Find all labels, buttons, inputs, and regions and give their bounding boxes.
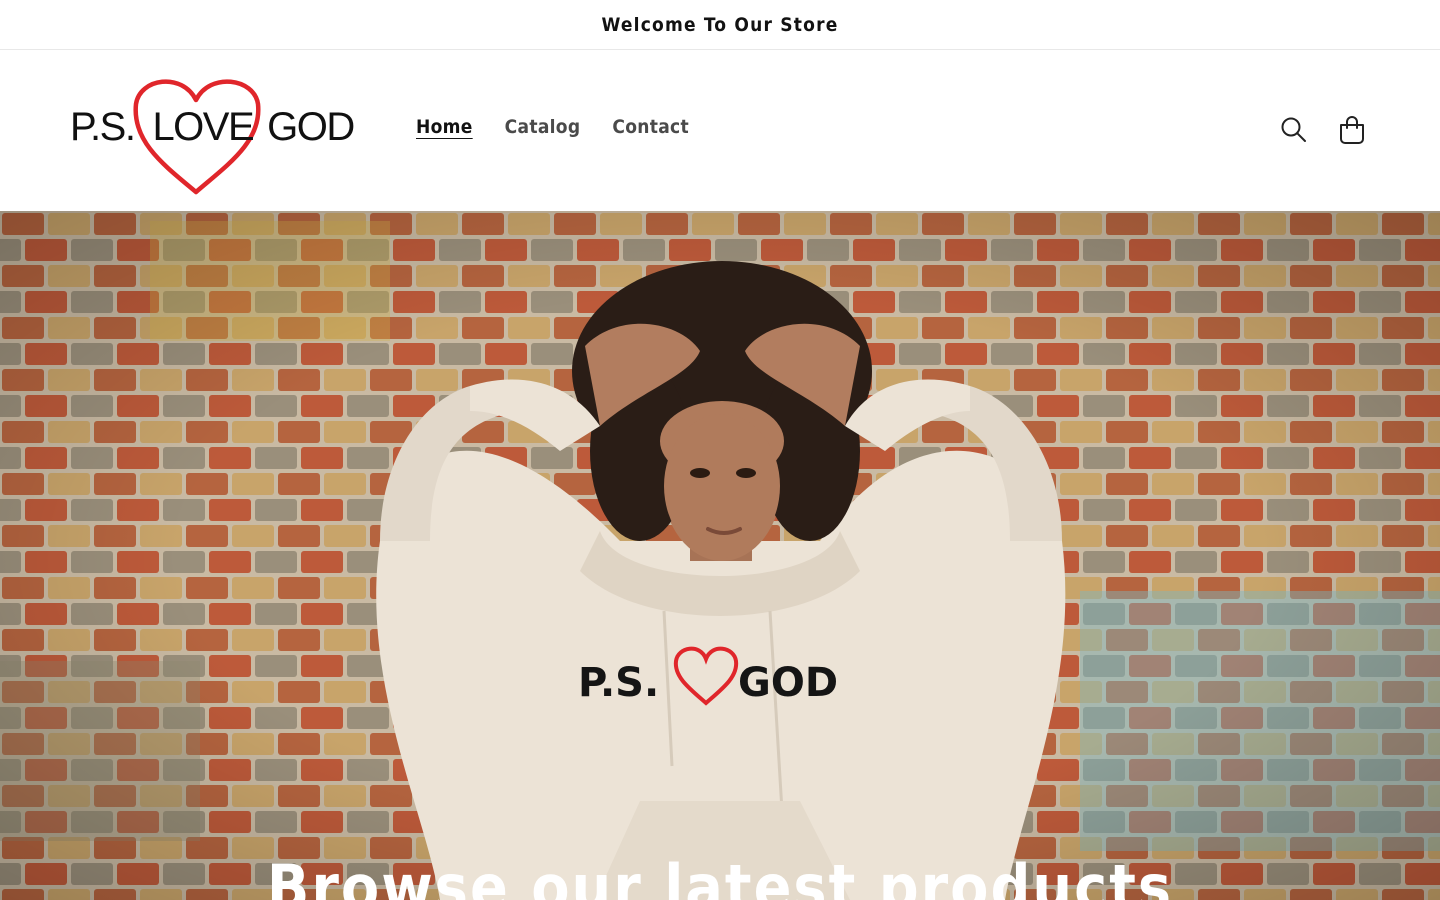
hoodie-print-right: GOD (738, 660, 838, 706)
announcement-bar: Welcome To Our Store (0, 0, 1440, 50)
hero-banner: P.S. GOD Browse our latest products (0, 211, 1440, 900)
search-button[interactable] (1274, 110, 1314, 150)
nav-catalog[interactable]: Catalog (489, 112, 597, 142)
cart-button[interactable] (1332, 110, 1372, 150)
logo-word-god: GOD (267, 105, 355, 149)
hoodie-print-left: P.S. (578, 660, 659, 706)
logo-text: P.S. LOVE GOD (70, 105, 355, 150)
hero-heading: Browse our latest products (266, 851, 1174, 900)
announcement-text: Welcome To Our Store (601, 13, 839, 36)
logo-word-love: LOVE (152, 105, 254, 149)
nav-home[interactable]: Home (400, 112, 489, 142)
site-header: P.S. LOVE GOD Home Catalog Contact (0, 50, 1440, 211)
store-logo[interactable]: P.S. LOVE GOD (70, 74, 370, 196)
cart-icon (1340, 116, 1364, 144)
hero-image: P.S. GOD (0, 211, 1440, 900)
nav-contact[interactable]: Contact (596, 112, 705, 142)
search-icon (1281, 117, 1306, 142)
logo-word-ps: P.S. (70, 105, 136, 149)
main-nav: Home Catalog Contact (400, 112, 705, 142)
